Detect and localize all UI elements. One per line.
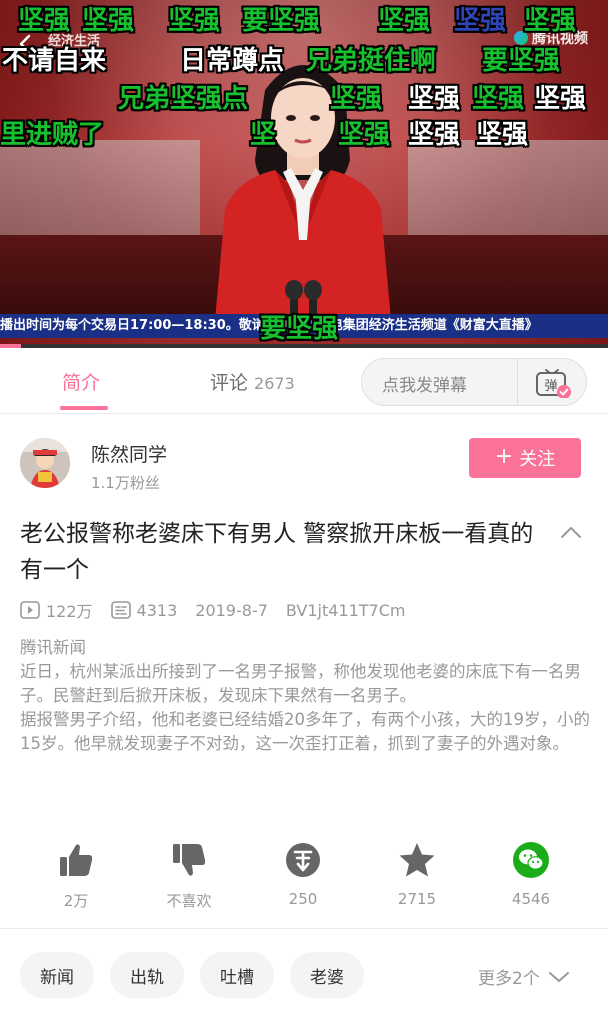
danmaku-box-divider [517, 359, 518, 405]
thumbs-up-icon [60, 844, 93, 876]
danmaku-send-box[interactable]: 点我发弹幕 弹 [361, 358, 587, 406]
danmaku-comment: 要坚强 [242, 6, 321, 36]
comments-count: 2673 [254, 374, 295, 393]
thumbs-down-icon [173, 844, 206, 876]
dislike-label: 不喜欢 [166, 892, 212, 910]
studio-panel-right [408, 140, 608, 240]
video-description: 腾讯新闻 近日，杭州某派出所接到了一名男子报警，称他发现他老婆的床底下有一名男子… [20, 636, 590, 756]
tab-intro[interactable]: 简介 [62, 368, 100, 395]
section-divider [0, 928, 608, 929]
video-player[interactable]: 播出时间为每个交易日17:00—18:30。敬请关注浙江广电集团经济生活频道《财… [0, 0, 608, 348]
tag-list: 新闻 出轨 吐槽 老婆 [20, 952, 364, 1000]
danmaku-comment: 兄弟坚强点 [118, 84, 249, 114]
active-tab-indicator [60, 406, 108, 410]
video-title: 老公报警称老婆床下有男人 警察掀开床板一看真的有一个 [20, 521, 534, 583]
view-count-text: 122万 [46, 602, 93, 621]
more-tags-label: 更多2个 [478, 969, 540, 989]
danmaku-comment: 坚强 [472, 84, 525, 114]
danmaku-comment: 坚强 [378, 6, 431, 36]
danmaku-comment: 坚强 [454, 6, 507, 36]
uploader-name[interactable]: 陈然同学 [91, 440, 167, 467]
danmaku-toggle-icon[interactable]: 弹 [534, 368, 572, 398]
tag-item[interactable]: 新闻 [20, 952, 94, 998]
danmaku-comment: 坚强 [524, 6, 577, 36]
tag-item[interactable]: 出轨 [110, 952, 184, 998]
tag-item[interactable]: 吐槽 [200, 952, 274, 998]
coin-button[interactable]: 250 [253, 840, 353, 908]
danmaku-comment: 坚强 [18, 6, 71, 36]
danmaku-comment: 里进贼了 [0, 120, 105, 150]
danmaku-comment: 要坚强 [482, 46, 561, 76]
description-paragraph: 近日，杭州某派出所接到了一名男子报警，称他发现他老婆的床底下有一名男子。民警赶到… [20, 662, 581, 705]
like-button[interactable]: 2万 [26, 840, 126, 911]
news-anchor-image [215, 65, 391, 320]
coin-icon [286, 843, 320, 877]
more-tags-button[interactable]: 更多2个 [478, 964, 570, 989]
favorite-button[interactable]: 2715 [367, 840, 467, 908]
studio-panel-left [0, 140, 200, 240]
uploader-avatar-image [20, 438, 70, 488]
danmaku-comment: 坚强 [168, 6, 221, 36]
danmaku-list-icon [110, 601, 131, 619]
danmaku-comment: 日常蹲点 [180, 46, 285, 76]
danmaku-comment: 坚强 [82, 6, 135, 36]
description-paragraph: 据报警男子介绍，他和老婆已经结婚20多年了，有两个小孩，大的19岁，小的15岁。… [20, 710, 590, 753]
like-count: 2万 [63, 892, 89, 910]
danmaku-comment: 坚强 [408, 84, 461, 114]
danmaku-comment: 不请自来 [2, 46, 107, 76]
follow-button-label: 关注 [519, 449, 556, 470]
chevron-up-icon[interactable] [560, 524, 582, 540]
danmaku-comment: 坚强 [330, 84, 383, 114]
star-icon [399, 843, 435, 877]
danmaku-comment: 坚强 [408, 120, 461, 150]
uploader-fans: 1.1万粉丝 [91, 474, 160, 492]
coin-count: 250 [288, 890, 318, 908]
wechat-icon [513, 842, 549, 878]
play-icon [20, 601, 40, 619]
bvid: BV1jt411T7Cm [285, 600, 406, 620]
favorite-count: 2715 [397, 890, 437, 908]
tab-comments-label: 评论 [210, 372, 249, 394]
plus-icon: + [494, 444, 514, 469]
follow-button[interactable]: + 关注 [469, 438, 581, 478]
video-meta: 122万 4313 2019-8-7 BV1jt411T7Cm [20, 598, 423, 622]
danmaku-count-text: 4313 [136, 600, 178, 620]
view-count: 122万 [20, 598, 93, 622]
danmaku-input-placeholder: 点我发弹幕 [382, 376, 467, 396]
tab-intro-label: 简介 [62, 372, 101, 394]
chevron-down-icon [548, 971, 569, 982]
danmaku-comment: 坚强 [338, 120, 391, 150]
avatar[interactable] [20, 438, 70, 488]
tab-comments[interactable]: 评论 2673 [210, 368, 295, 395]
danmaku-comment: 要坚强 [260, 314, 339, 344]
dislike-button[interactable]: 不喜欢 [139, 840, 239, 911]
description-source: 腾讯新闻 [20, 638, 86, 657]
danmaku-count: 4313 [110, 600, 178, 620]
danmaku-comment: 兄弟挺住啊 [306, 46, 437, 76]
share-count: 4546 [511, 890, 551, 908]
publish-date: 2019-8-7 [195, 600, 268, 620]
action-bar: 2万 不喜欢 250 2715 4546 [0, 840, 608, 920]
tag-item[interactable]: 老婆 [290, 952, 364, 998]
danmaku-comment: 坚强 [534, 84, 587, 114]
danmaku-comment: 坚强 [476, 120, 529, 150]
danmaku-comment: 坚 [250, 120, 277, 150]
share-button[interactable]: 4546 [481, 840, 581, 908]
danmaku-icon-label: 弹 [544, 379, 557, 394]
